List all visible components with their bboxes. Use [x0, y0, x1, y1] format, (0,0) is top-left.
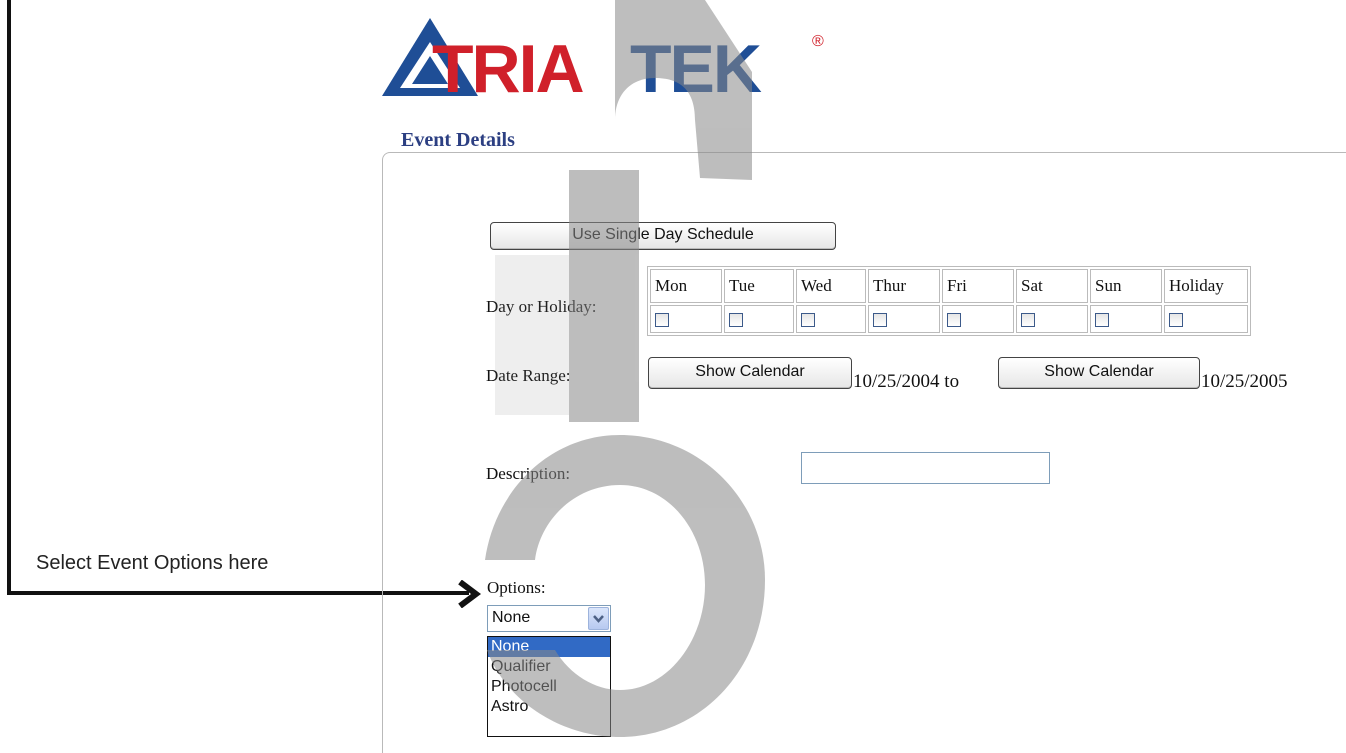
description-label: Description:: [486, 464, 571, 483]
option-astro[interactable]: Astro: [488, 697, 610, 717]
show-calendar-start-button[interactable]: Show Calendar: [648, 357, 852, 389]
sun-checkbox[interactable]: [1095, 313, 1109, 328]
sat-checkbox[interactable]: [1021, 313, 1035, 328]
date-range-label: Date Range:: [486, 366, 571, 385]
holiday-checkbox[interactable]: [1169, 313, 1183, 328]
show-calendar-end-button[interactable]: Show Calendar: [998, 357, 1200, 389]
thur-checkbox[interactable]: [873, 313, 887, 328]
dropdown-toggle[interactable]: [588, 607, 609, 630]
fri-checkbox[interactable]: [947, 313, 961, 328]
day-header-mon: Mon: [650, 269, 722, 303]
options-selected-value: None: [492, 609, 531, 626]
day-or-holiday-label: Day or Holiday:: [486, 297, 597, 316]
day-selection-table: Mon Tue Wed Thur Fri Sat Sun Holiday: [647, 266, 1251, 336]
options-label: Options:: [487, 578, 546, 597]
triatek-logo: TRIA TEK ®: [382, 18, 824, 98]
day-header-sat: Sat: [1016, 269, 1088, 303]
callout-vertical-line: [7, 0, 11, 594]
event-details-legend: Event Details: [393, 129, 523, 152]
day-header-fri: Fri: [942, 269, 1014, 303]
date-range-end: 10/25/2005: [1201, 371, 1288, 392]
day-header-tue: Tue: [724, 269, 794, 303]
day-header-thur: Thur: [868, 269, 940, 303]
options-dropdown-list: None Qualifier Photocell Astro: [487, 636, 611, 737]
description-input[interactable]: [801, 452, 1050, 484]
tue-checkbox[interactable]: [729, 313, 743, 328]
option-qualifier[interactable]: Qualifier: [488, 657, 610, 677]
option-photocell[interactable]: Photocell: [488, 677, 610, 697]
svg-text:TRIA: TRIA: [432, 31, 584, 98]
option-none[interactable]: None: [488, 637, 610, 657]
day-header-sun: Sun: [1090, 269, 1162, 303]
options-select[interactable]: None: [487, 605, 611, 632]
date-range-start: 10/25/2004 to: [853, 371, 960, 392]
registered-mark: ®: [812, 33, 824, 50]
day-header-holiday: Holiday: [1164, 269, 1248, 303]
use-single-day-schedule-button[interactable]: Use Single Day Schedule: [490, 222, 836, 250]
wed-checkbox[interactable]: [801, 313, 815, 328]
callout-label: Select Event Options here: [36, 552, 269, 574]
chevron-down-icon: [593, 615, 604, 623]
day-header-wed: Wed: [796, 269, 866, 303]
svg-text:TEK: TEK: [630, 31, 762, 98]
mon-checkbox[interactable]: [655, 313, 669, 328]
